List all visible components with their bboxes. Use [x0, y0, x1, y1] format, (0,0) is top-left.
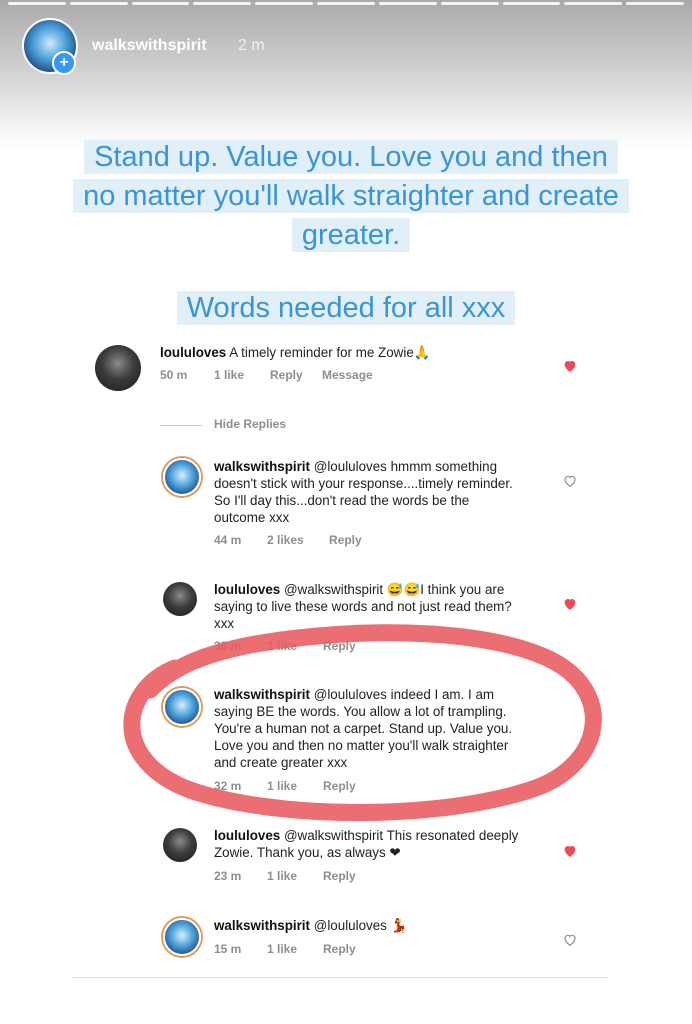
comment-text: walkswithspirit @loululoves 💃 [214, 917, 554, 934]
progress-segment [502, 2, 561, 5]
comment-meta: 50 m 1 like Reply Message [160, 368, 373, 382]
comment-body: Love you and then no matter you'll walk … [214, 738, 509, 753]
comment-likes[interactable]: 1 like [267, 779, 323, 793]
comment-likes[interactable]: 1 like [267, 639, 323, 653]
story-quote-secondary: Words needed for all xxx [0, 288, 692, 328]
comment-meta: 38 m 1 like Reply [214, 639, 356, 653]
comment-likes[interactable]: 1 like [267, 869, 323, 883]
avatar[interactable] [163, 582, 197, 616]
story-username[interactable]: walkswithspirit [92, 37, 207, 55]
list-divider [72, 977, 608, 978]
comment-time: 38 m [214, 639, 242, 653]
comment-body: You're a human not a carpet. Stand up. V… [214, 721, 513, 736]
reply-button[interactable]: Reply [323, 779, 356, 793]
comment-body: Zowie. Thank you, as always ❤ [214, 845, 401, 860]
progress-segment [69, 2, 128, 5]
heart-outline-icon[interactable] [562, 932, 578, 948]
reply-button[interactable]: Reply [323, 639, 356, 653]
comment-meta: 23 m 1 like Reply [214, 869, 356, 883]
comment-body: doesn't stick with your response....time… [214, 476, 513, 491]
comment-text: loululoves A timely reminder for me Zowi… [160, 344, 620, 361]
story-header-gradient [0, 0, 692, 150]
comment-body: @walkswithspirit This resonated deeply [283, 828, 519, 843]
comment-body: @walkswithspirit 😅😅I think you are [283, 582, 505, 597]
comment-body: saying BE the words. You allow a lot of … [214, 704, 507, 719]
comment-meta: 44 m 2 likes Reply [214, 533, 362, 547]
comment-username[interactable]: walkswithspirit [214, 687, 310, 702]
comment-username[interactable]: walkswithspirit [214, 459, 310, 474]
comment-body: xxx [214, 616, 235, 631]
progress-segment [131, 2, 190, 5]
comment-meta: 32 m 1 like Reply [214, 779, 356, 793]
comment-time: 50 m [160, 368, 188, 382]
comment-text: loululoves @walkswithspirit This resonat… [214, 827, 554, 861]
comment-username[interactable]: walkswithspirit [214, 918, 310, 933]
progress-segment [626, 2, 684, 5]
comment-likes[interactable]: 2 likes [267, 533, 329, 547]
reply-button[interactable]: Reply [323, 869, 356, 883]
comment-time: 15 m [214, 942, 242, 956]
hide-replies-button[interactable]: Hide Replies [214, 417, 286, 431]
progress-segment [8, 2, 66, 5]
comment-body: and create greater xxx [214, 755, 348, 770]
progress-segment [564, 2, 623, 5]
comment-text: walkswithspirit @loululoves indeed I am.… [214, 686, 554, 771]
quote-line: greater. [291, 218, 411, 252]
comment-likes[interactable]: 1 like [267, 942, 323, 956]
comment-body: @loululoves 💃 [313, 918, 408, 933]
quote2-text: Words needed for all xxx [176, 291, 516, 325]
comment-text: loululoves @walkswithspirit 😅😅I think yo… [214, 581, 564, 632]
reply-button[interactable]: Reply [329, 533, 362, 547]
comment-meta: 15 m 1 like Reply [214, 942, 356, 956]
reply-button[interactable]: Reply [270, 368, 322, 382]
message-button[interactable]: Message [322, 368, 373, 382]
comment-body: A timely reminder for me Zowie🙏 [229, 345, 431, 360]
story-timestamp: 2 m [238, 37, 265, 54]
quote-line: no matter you'll walk straighter and cre… [73, 179, 629, 213]
avatar[interactable] [163, 688, 201, 726]
comment-time: 32 m [214, 779, 242, 793]
progress-segment [255, 2, 314, 5]
quote-line: Stand up. Value you. Love you and then [84, 140, 618, 174]
hide-replies-line [160, 425, 202, 426]
story-progress-bar [8, 2, 684, 5]
avatar[interactable] [95, 345, 141, 391]
comment-body: @loululoves indeed I am. I am [313, 687, 495, 702]
comment-username[interactable]: loululoves [214, 582, 280, 597]
comment-time: 23 m [214, 869, 242, 883]
progress-segment [317, 2, 375, 5]
heart-icon[interactable] [562, 843, 578, 859]
avatar[interactable] [163, 828, 197, 862]
avatar[interactable] [163, 458, 201, 496]
avatar[interactable] [163, 918, 201, 956]
comment-body: So I'll day this...don't read the words … [214, 493, 470, 508]
progress-segment [193, 2, 252, 5]
heart-icon[interactable] [562, 358, 578, 374]
comment-body: @loululoves hmmm something [313, 459, 498, 474]
story-quote: Stand up. Value you. Love you and then n… [40, 138, 662, 255]
progress-segment [440, 2, 499, 5]
comment-username[interactable]: loululoves [160, 345, 226, 360]
progress-segment [378, 2, 437, 5]
comment-body: outcome xxx [214, 510, 290, 525]
comment-username[interactable]: loululoves [214, 828, 280, 843]
comment-text: walkswithspirit @loululoves hmmm somethi… [214, 458, 554, 526]
comment-likes[interactable]: 1 like [214, 368, 270, 382]
add-story-plus-icon[interactable]: + [52, 51, 76, 75]
comment-time: 44 m [214, 533, 242, 547]
reply-button[interactable]: Reply [323, 942, 356, 956]
heart-outline-icon[interactable] [562, 473, 578, 489]
heart-icon[interactable] [562, 596, 578, 612]
comment-body: saying to live these words and not just … [214, 599, 512, 614]
